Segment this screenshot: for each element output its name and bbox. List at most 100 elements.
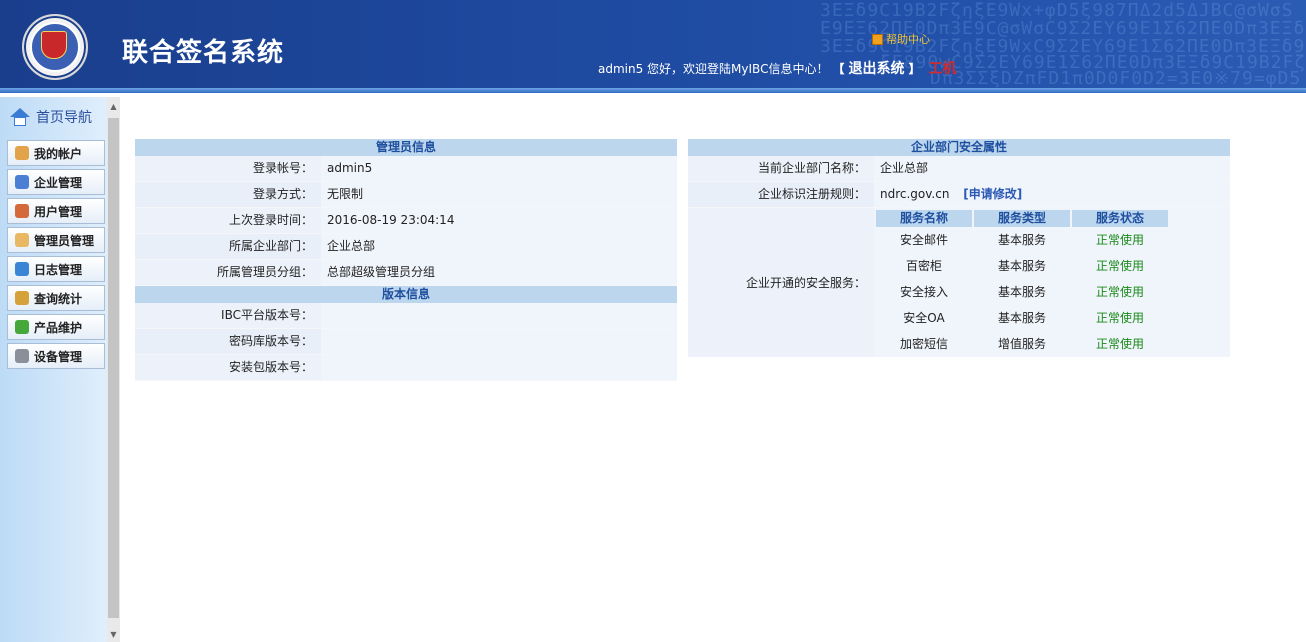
security-heading: 企业部门安全属性	[688, 139, 1230, 156]
service-type: 基本服务	[997, 285, 1046, 299]
services-label: 企业开通的安全服务：	[745, 276, 866, 290]
welcome-text: admin5 您好，欢迎登陆MyIBC信息中心！	[598, 61, 829, 76]
table-row: 安全接入 基本服务 正常使用	[876, 279, 1230, 305]
info-row-label: 所属企业部门：	[228, 239, 313, 253]
scroll-down-arrow-icon[interactable]: ▼	[108, 628, 119, 642]
sidebar-item-admins[interactable]: 管理员管理	[7, 227, 105, 253]
services-table: 服务名称 服务类型 服务状态 安全邮件 基本服务 正常使用 百密柜 基本服务 正…	[874, 208, 1230, 357]
column-header: 服务名称	[876, 210, 972, 227]
scroll-up-arrow-icon[interactable]: ▲	[108, 100, 119, 114]
bracket-open: 【	[832, 61, 845, 76]
security-panel: 企业部门安全属性 当前企业部门名称： 企业总部 企业标识注册规则： ndrc.g…	[688, 139, 1230, 357]
info-row-value: admin5	[321, 156, 677, 181]
info-row-value: 2016-08-19 23:04:14	[321, 208, 677, 233]
rule-label: 企业标识注册规则：	[757, 187, 866, 201]
sidebar-item-label: 用户管理	[34, 204, 83, 219]
sidebar-item-my-account[interactable]: 我的帐户	[7, 140, 105, 166]
sidebar-item-label: 日志管理	[34, 262, 83, 277]
user-icon	[15, 146, 29, 160]
emblem-logo	[22, 14, 88, 80]
sidebar-home-nav[interactable]: 首页导航	[10, 107, 92, 127]
service-name: 加密短信	[899, 337, 948, 351]
service-name: 百密柜	[905, 259, 942, 273]
service-type: 基本服务	[997, 233, 1046, 247]
table-row: 百密柜 基本服务 正常使用	[876, 253, 1230, 279]
apply-modify-link[interactable]: [申请修改]	[963, 187, 1022, 201]
info-row-value	[321, 355, 677, 380]
info-row-value: 无限制	[321, 182, 677, 207]
admin-info-heading: 管理员信息	[135, 139, 677, 156]
info-row-label: 登录帐号：	[252, 161, 313, 175]
app-header: 3EΞδ9C19B2FζηξE9Wx+φD5ξ987ΠΔ2d5ΔJBC@σWσS…	[0, 0, 1306, 92]
help-center-label: 帮助中心	[886, 33, 930, 46]
sidebar-item-label: 查询统计	[34, 291, 83, 306]
info-row-value: 企业总部	[321, 234, 677, 259]
sidebar-item-stats[interactable]: 查询统计	[7, 285, 105, 311]
header-extra-text: 工机	[928, 61, 957, 77]
header-divider	[0, 88, 1306, 93]
info-row: 当前企业部门名称： 企业总部	[688, 156, 1230, 182]
dept-value: 企业总部	[874, 156, 1230, 181]
service-status: 正常使用	[1095, 259, 1144, 273]
info-row: 所属管理员分组： 总部超级管理员分组	[135, 260, 677, 286]
service-type: 基本服务	[997, 311, 1046, 325]
admin-info-panel: 管理员信息 登录帐号： admin5 登录方式： 无限制 上次登录时间： 201…	[135, 139, 677, 381]
app-title: 联合签名系统	[122, 38, 285, 68]
service-status: 正常使用	[1095, 233, 1144, 247]
admin-icon	[15, 233, 29, 247]
sidebar-item-label: 管理员管理	[34, 233, 95, 248]
service-status: 正常使用	[1095, 337, 1144, 351]
info-row: 安装包版本号：	[135, 355, 677, 381]
dept-label: 当前企业部门名称：	[757, 161, 866, 175]
sidebar-item-label: 产品维护	[34, 320, 83, 335]
info-row: 登录帐号： admin5	[135, 156, 677, 182]
help-icon	[872, 33, 883, 45]
sidebar-scrollbar-thumb[interactable]	[108, 118, 119, 618]
info-row: 所属企业部门： 企业总部	[135, 234, 677, 260]
product-icon	[15, 320, 29, 334]
sidebar-item-label: 我的帐户	[34, 146, 83, 161]
help-center-link[interactable]: 帮助中心	[872, 31, 930, 47]
info-row-label: IBC平台版本号：	[221, 308, 313, 322]
info-row-label: 密码库版本号：	[228, 334, 313, 348]
table-row: 加密短信 增值服务 正常使用	[876, 331, 1230, 357]
info-row: 企业标识注册规则： ndrc.gov.cn [申请修改]	[688, 182, 1230, 208]
device-icon	[15, 349, 29, 363]
services-block: 企业开通的安全服务： 服务名称 服务类型 服务状态 安全邮件 基本服务 正常使用…	[688, 208, 1230, 357]
home-icon	[10, 108, 30, 126]
sidebar-item-logs[interactable]: 日志管理	[7, 256, 105, 282]
version-info-heading: 版本信息	[135, 286, 677, 303]
services-table-header: 服务名称 服务类型 服务状态	[876, 210, 1230, 227]
service-type: 基本服务	[997, 259, 1046, 273]
log-icon	[15, 262, 29, 276]
service-status: 正常使用	[1095, 311, 1144, 325]
sidebar-item-devices[interactable]: 设备管理	[7, 343, 105, 369]
info-row-label: 安装包版本号：	[228, 360, 313, 374]
stats-icon	[15, 291, 29, 305]
info-row: 登录方式： 无限制	[135, 182, 677, 208]
sidebar-item-label: 企业管理	[34, 175, 83, 190]
table-row: 安全OA 基本服务 正常使用	[876, 305, 1230, 331]
info-row: 上次登录时间： 2016-08-19 23:04:14	[135, 208, 677, 234]
logout-link[interactable]: 退出系统	[848, 58, 904, 78]
rule-value-cell: ndrc.gov.cn [申请修改]	[874, 182, 1230, 207]
service-status: 正常使用	[1095, 285, 1144, 299]
sidebar-item-users[interactable]: 用户管理	[7, 198, 105, 224]
sidebar-item-enterprise[interactable]: 企业管理	[7, 169, 105, 195]
enterprise-icon	[15, 175, 29, 189]
sidebar-item-label: 设备管理	[34, 349, 83, 364]
bracket-close: 】	[908, 61, 921, 76]
info-row-value	[321, 329, 677, 354]
info-row-value: 总部超级管理员分组	[321, 260, 677, 285]
table-row: 安全邮件 基本服务 正常使用	[876, 227, 1230, 253]
info-row-label: 上次登录时间：	[228, 213, 313, 227]
info-row-value	[321, 303, 677, 328]
column-header: 服务类型	[974, 210, 1070, 227]
info-row: 密码库版本号：	[135, 329, 677, 355]
service-name: 安全OA	[903, 311, 945, 325]
sidebar-home-label: 首页导航	[36, 110, 92, 126]
sidebar-item-products[interactable]: 产品维护	[7, 314, 105, 340]
info-row: IBC平台版本号：	[135, 303, 677, 329]
info-row-label: 所属管理员分组：	[216, 265, 313, 279]
header-deco-line-5: Dπ3ΣΣξDZπFD1π0D0F0D2=3E0※79=φD5	[930, 68, 1302, 89]
